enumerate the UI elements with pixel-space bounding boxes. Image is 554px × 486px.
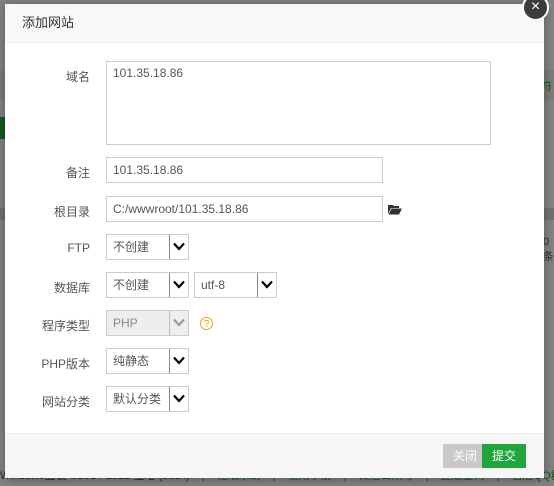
remark-label: 备注 (65, 166, 90, 180)
folder-open-icon[interactable] (388, 204, 402, 215)
chevron-down-icon (169, 349, 188, 373)
add-site-dialog: 添加网站 × 域名 101.35.18.86 备注 101.35.18.86 根… (5, 0, 549, 478)
site-category-select[interactable]: 默认分类 (106, 386, 189, 412)
dialog-footer: 关闭 提交 (5, 433, 544, 478)
ftp-select[interactable]: 不创建 (106, 234, 189, 260)
question-circle-icon[interactable]: ? (200, 317, 213, 330)
database-charset-select[interactable]: utf-8 (194, 272, 277, 298)
chevron-down-icon (169, 387, 188, 411)
php-version-label: PHP版本 (41, 357, 90, 371)
site-category-label: 网站分类 (41, 395, 90, 409)
database-select-value: 不创建 (113, 278, 150, 292)
chevron-down-icon (257, 273, 276, 297)
submit-button[interactable]: 提交 (481, 444, 526, 468)
dialog-title: 添加网站 (5, 4, 544, 43)
ftp-label: FTP (67, 241, 90, 255)
site-category-value: 默认分类 (113, 392, 162, 406)
php-version-value: 纯静态 (113, 354, 150, 368)
domain-label: 域名 (65, 70, 90, 84)
database-charset-value: utf-8 (201, 278, 226, 292)
chevron-down-icon (169, 311, 188, 335)
root-dir-input[interactable]: C:/wwwroot/101.35.18.86 (106, 196, 383, 222)
program-type-label: 程序类型 (41, 319, 90, 333)
ftp-select-value: 不创建 (113, 240, 150, 254)
program-type-select: PHP (106, 310, 189, 336)
program-type-value: PHP (113, 316, 138, 330)
php-version-select[interactable]: 纯静态 (106, 348, 189, 374)
database-label: 数据库 (53, 281, 90, 295)
chevron-down-icon (169, 273, 188, 297)
domain-textarea[interactable]: 101.35.18.86 (106, 61, 491, 145)
root-dir-label: 根目录 (53, 205, 90, 219)
remark-input[interactable]: 101.35.18.86 (106, 157, 383, 183)
database-select[interactable]: 不创建 (106, 272, 189, 298)
close-button[interactable]: 关闭 (442, 444, 487, 468)
chevron-down-icon (169, 235, 188, 259)
